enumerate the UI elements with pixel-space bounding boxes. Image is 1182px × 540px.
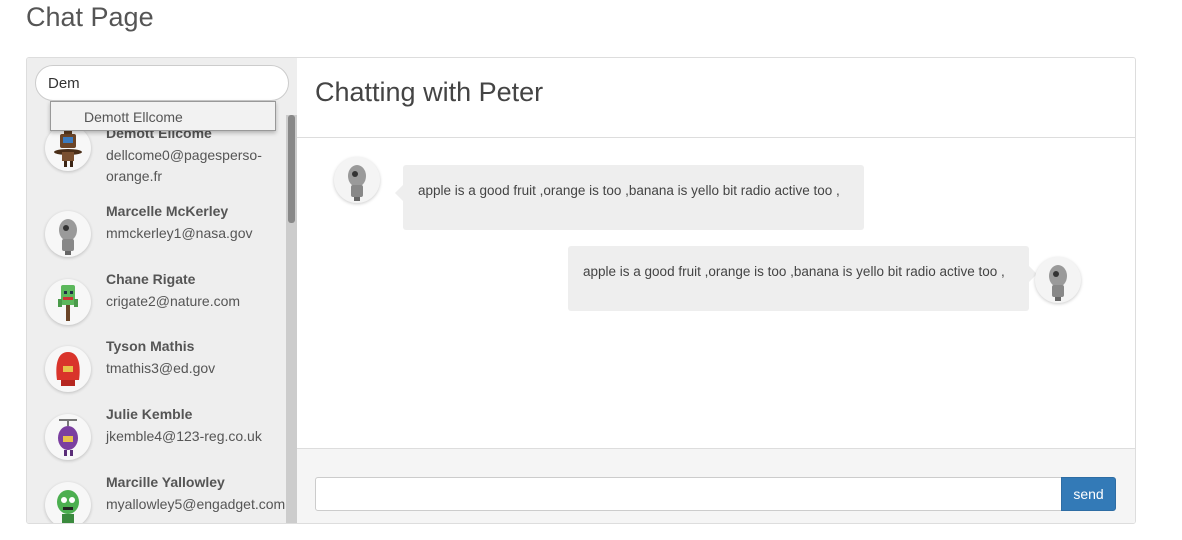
contact-email: jkemble4@123-reg.co.uk [106, 428, 262, 444]
contact-item[interactable]: Marcille Yallowley myallowley5@engadget.… [27, 473, 285, 523]
message-bubble: apple is a good fruit ,orange is too ,ba… [395, 165, 864, 230]
page-title: Chat Page [26, 2, 154, 32]
red-hood-robot-icon [45, 346, 91, 392]
gray-robot-icon [334, 157, 380, 203]
contact-item[interactable]: Chane Rigate crigate2@nature.com [27, 271, 285, 339]
search-autocomplete-dropdown: Demott Ellcome [50, 101, 276, 131]
message-composer: send [297, 448, 1135, 523]
contact-search-input[interactable] [35, 65, 289, 101]
contact-name: Tyson Mathis [106, 338, 195, 354]
contact-name: Julie Kemble [106, 406, 193, 422]
search-box [35, 65, 289, 101]
chat-panel: Demott Ellcome dellcome0@pagesperso-oran… [26, 57, 1136, 524]
contact-item[interactable]: Marcelle McKerley mmckerley1@nasa.gov [27, 203, 285, 271]
contact-item[interactable]: Tyson Mathis tmathis3@ed.gov [27, 338, 285, 406]
contact-email: tmathis3@ed.gov [106, 360, 216, 376]
contact-email: myallowley5@engadget.com [106, 496, 285, 512]
green-block-robot-icon [45, 279, 91, 325]
contact-email: mmckerley1@nasa.gov [106, 225, 253, 241]
contacts-sidebar: Demott Ellcome dellcome0@pagesperso-oran… [27, 58, 297, 523]
gray-robot-icon [1035, 257, 1081, 303]
green-alien-robot-icon [45, 482, 91, 523]
contact-name: Chane Rigate [106, 271, 196, 287]
message-list: apple is a good fruit ,orange is too ,ba… [297, 138, 1135, 448]
contact-name: Marcelle McKerley [106, 203, 229, 219]
contact-list-scrollbar[interactable] [286, 115, 297, 523]
chat-area: Chatting with Peter apple is a good frui… [297, 58, 1135, 523]
purple-propeller-robot-icon [45, 414, 91, 460]
contact-email: dellcome0@pagesperso-orange.fr [106, 147, 262, 184]
brown-hat-robot-icon [45, 125, 91, 171]
send-button[interactable]: send [1061, 477, 1116, 511]
gray-robot-icon [45, 211, 91, 257]
autocomplete-option[interactable]: Demott Ellcome [84, 109, 183, 125]
message-bubble: apple is a good fruit ,orange is too ,ba… [568, 246, 1037, 311]
contact-list[interactable]: Demott Ellcome dellcome0@pagesperso-oran… [27, 115, 285, 523]
contact-name: Marcille Yallowley [106, 474, 225, 490]
chat-title: Chatting with Peter [315, 77, 544, 107]
contact-item[interactable]: Julie Kemble jkemble4@123-reg.co.uk [27, 406, 285, 474]
contact-email: crigate2@nature.com [106, 293, 241, 309]
chat-header: Chatting with Peter [297, 58, 1135, 138]
message-input[interactable] [315, 477, 1062, 511]
scroll-thumb[interactable] [288, 115, 295, 223]
